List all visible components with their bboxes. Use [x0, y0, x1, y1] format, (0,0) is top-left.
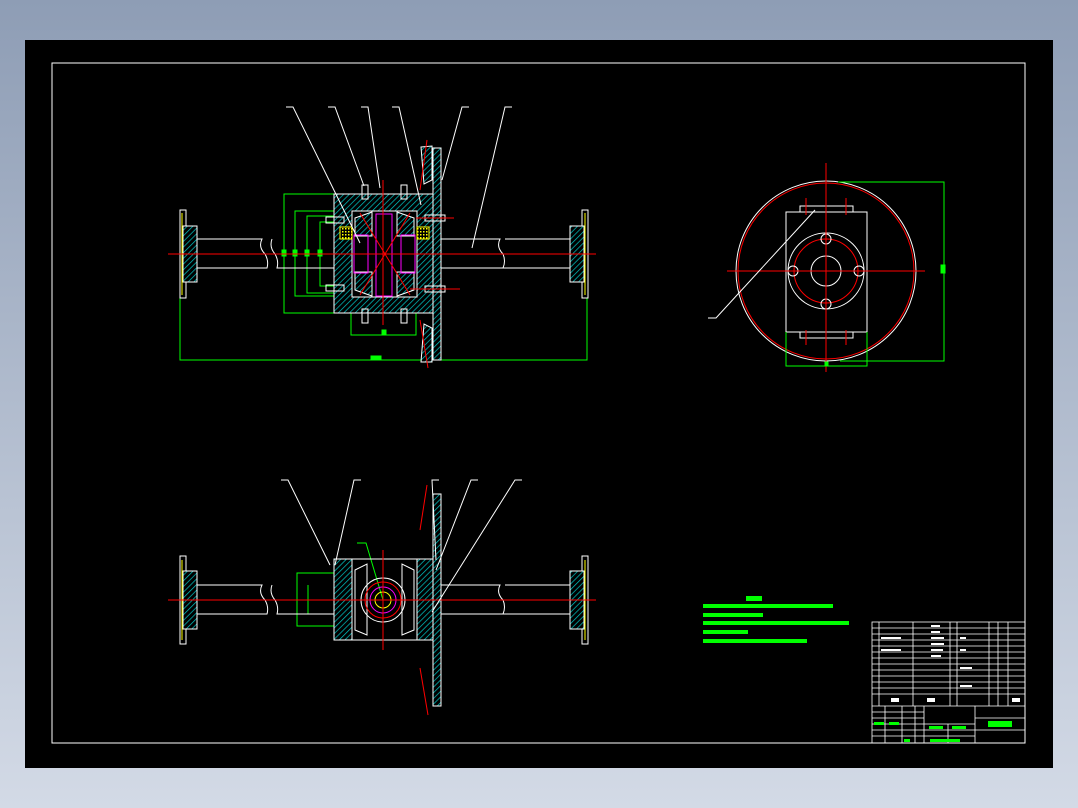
drawing-sheet: [25, 40, 1053, 768]
cad-drawing-viewport[interactable]: [0, 0, 1078, 808]
